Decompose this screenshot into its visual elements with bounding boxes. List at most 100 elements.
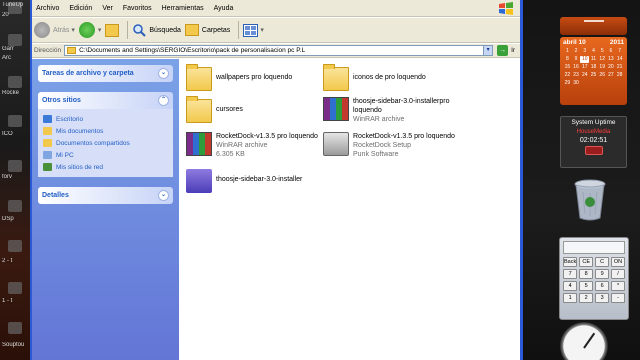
calendar-day[interactable]: 30 [572,80,581,87]
calculator-key[interactable]: 2 [579,293,594,303]
calendar-day[interactable]: 16 [572,64,581,71]
calendar-day[interactable]: 3 [580,48,589,55]
uptime-widget: System Uptime HouseMedia 02:02:51 [560,116,627,168]
file-item[interactable]: iconos de pro loquendo [323,64,491,91]
calculator-key[interactable]: CE [579,257,594,267]
menu-ver[interactable]: Ver [102,5,113,12]
file-item[interactable]: RocketDock-v1.3.5 pro loquendo RocketDoc… [323,132,491,159]
place-mi-pc[interactable]: Mi PC [43,149,168,161]
calendar-day[interactable]: 26 [598,72,607,79]
menu-edicion[interactable]: Edición [69,5,92,12]
calculator-key[interactable]: 1 [563,293,578,303]
address-dropdown-icon[interactable]: ▾ [483,45,494,56]
tasks-panel-header[interactable]: Tareas de archivo y carpeta ⌄ [38,65,173,82]
forward-arrow-icon [78,22,95,38]
calendar-day[interactable]: 2 [572,48,581,55]
calculator-key[interactable]: 4 [563,281,578,291]
place-label: Mi PC [56,151,74,159]
file-name: thoosje-sidebar-3.0-installer [216,176,303,183]
forward-button[interactable]: ▾ [78,22,102,38]
ico-icon[interactable] [8,115,22,127]
calculator-key[interactable]: 9 [595,269,610,279]
file-type: WinRAR archive [353,116,405,123]
calculator-key[interactable]: 7 [563,269,578,279]
up-folder-button[interactable] [105,23,120,37]
desktop-label: forv [2,174,13,180]
calendar-day[interactable]: 18 [589,64,598,71]
calendar-day[interactable]: 13 [607,56,616,63]
doc-icon[interactable] [8,240,22,252]
back-dropdown-icon[interactable]: ▾ [71,26,75,34]
calendar-day[interactable]: 15 [563,64,572,71]
calendar-day[interactable]: 10 [580,56,590,63]
file-item[interactable]: thoosje-sidebar-3.0-installerpro loquend… [323,97,491,124]
power-button[interactable] [584,146,603,155]
address-field[interactable]: C:\Documents and Settings\SERGIO\Escrito… [64,45,485,56]
calendar-day[interactable]: 24 [580,72,589,79]
calendar-widget[interactable]: abril 10 2011 1 2 3 4 5 6 7 8 9 10 11 12 13 14 15 16 17 1… [560,37,627,105]
calendar-day[interactable]: 12 [598,56,607,63]
menu-archivo[interactable]: Archivo [36,5,59,12]
calendar-day[interactable]: 20 [607,64,616,71]
folder-icon [186,96,212,123]
calculator-key[interactable]: / [611,269,625,279]
rocket-icon[interactable] [8,76,22,88]
menu-favoritos[interactable]: Favoritos [123,5,152,12]
calculator-key[interactable]: * [611,281,625,291]
forv-icon[interactable] [8,160,22,172]
calendar-day[interactable]: 22 [563,72,572,79]
menu-ayuda[interactable]: Ayuda [214,5,234,12]
dsp-icon[interactable] [8,200,22,212]
address-bar: Dirección C:\Documents and Settings\SERG… [32,44,520,58]
calendar-day[interactable]: 5 [598,48,607,55]
views-button[interactable]: ▾ [243,23,264,37]
place-documentos-compartidos[interactable]: Documentos compartidos [43,137,168,149]
calendar-day[interactable]: 23 [572,72,581,79]
place-mis-sitios-de-red[interactable]: Mis sitios de red [43,161,168,173]
place-label: Mis sitios de red [56,163,103,171]
calendar-day[interactable]: 19 [598,64,607,71]
calendar-day[interactable]: 25 [589,72,598,79]
doc-icon[interactable] [8,282,22,294]
task-pane: Tareas de archivo y carpeta ⌄ Otros siti… [32,59,179,360]
calendar-day[interactable]: 4 [589,48,598,55]
calendar-day[interactable]: 1 [563,48,572,55]
calendar-day[interactable]: 14 [615,56,624,63]
calendar-day[interactable]: 7 [615,48,624,55]
calendar-day[interactable]: 9 [572,56,581,63]
calendar-day[interactable]: 6 [607,48,616,55]
calendar-day[interactable]: 28 [615,72,624,79]
calculator-key[interactable]: C [595,257,610,267]
collapse-chevron-icon[interactable]: ⌃ [158,95,169,106]
souptou-icon[interactable] [8,322,22,334]
place-mis-documentos[interactable]: Mis documentos [43,125,168,137]
calculator-key[interactable]: 6 [595,281,610,291]
calendar-day[interactable]: 21 [615,64,624,71]
calendar-day[interactable]: 8 [563,56,572,63]
forward-dropdown-icon[interactable]: ▾ [98,26,102,34]
expand-chevron-icon[interactable]: ⌄ [158,68,169,79]
other-places-header[interactable]: Otros sitios ⌃ [38,92,173,109]
place-escritorio[interactable]: Escritorio [43,113,168,125]
expand-chevron-icon[interactable]: ⌄ [158,190,169,201]
details-panel-header[interactable]: Detalles ⌄ [38,187,173,204]
calendar-day[interactable]: 29 [563,80,572,87]
back-button[interactable]: Atrás ▾ [34,22,75,38]
garr-icon[interactable] [8,34,22,46]
calendar-day[interactable]: 11 [589,56,598,63]
file-item[interactable]: thoosje-sidebar-3.0-installer [186,169,354,193]
shared-documents-icon [43,139,52,147]
folders-button[interactable]: Carpetas [184,24,230,36]
menu-herramientas[interactable]: Herramientas [162,5,204,12]
go-button[interactable]: → Ir [497,45,515,56]
calculator-key[interactable]: - [611,293,625,303]
recycle-bin-icon[interactable] [572,178,608,222]
calendar-day[interactable]: 17 [580,64,589,71]
calculator-key[interactable]: Back [563,257,578,267]
search-button[interactable]: Búsqueda [132,23,181,37]
calculator-key[interactable]: 5 [579,281,594,291]
calculator-key[interactable]: 8 [579,269,594,279]
calendar-day[interactable]: 27 [607,72,616,79]
calculator-key[interactable]: ON [611,257,625,267]
calculator-key[interactable]: 3 [595,293,610,303]
